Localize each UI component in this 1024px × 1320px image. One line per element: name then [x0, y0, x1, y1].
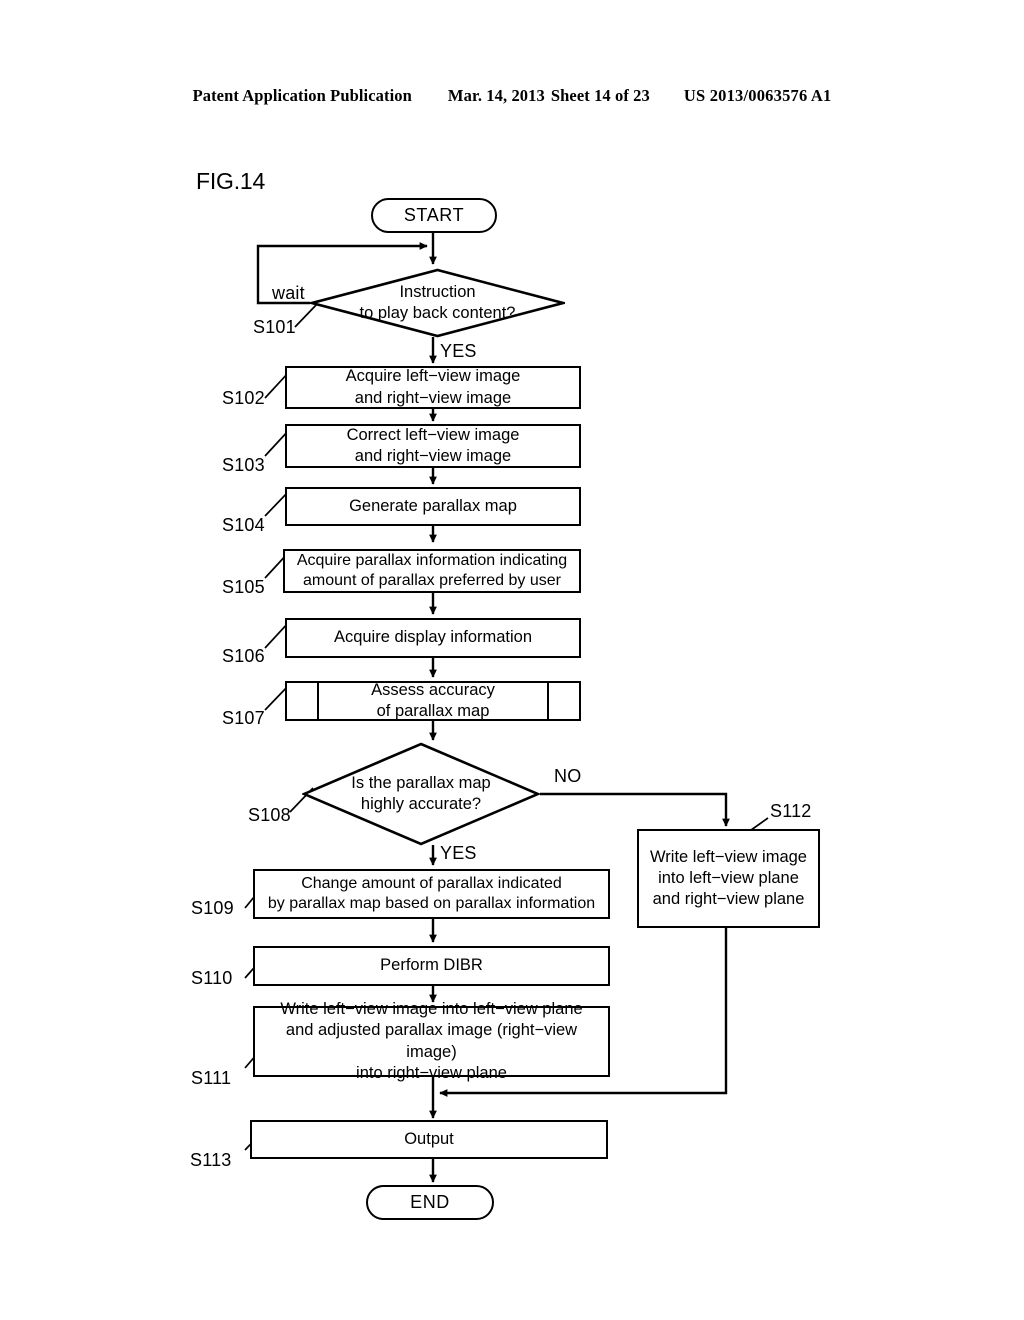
step-tag-s109: S109: [191, 898, 234, 918]
s106-line-1: Acquire display information: [333, 628, 533, 647]
s112-line-3: and right−view plane: [652, 890, 805, 909]
header-publication-title: Patent Application Publication: [192, 86, 412, 105]
predefined-process-bar-right: [547, 683, 549, 719]
s113-line-1: Output: [404, 1129, 454, 1148]
s101-line-2: to play back content?: [359, 304, 516, 322]
step-tag-s106: S106: [222, 646, 265, 666]
s103-line-2: and right−view image: [354, 447, 512, 465]
step-tag-s101: S101: [253, 317, 296, 337]
predefined-process-bar-left: [317, 683, 319, 719]
flow-node-start-label: START: [403, 204, 465, 225]
flow-node-s109[interactable]: Change amount of parallax indicated by p…: [253, 869, 610, 919]
step-tag-s102: S102: [222, 388, 265, 408]
step-tag-s113: S113: [190, 1150, 232, 1170]
branch-label-wait: wait: [272, 283, 305, 303]
step-tag-s108: S108: [248, 805, 291, 825]
s104-line-1: Generate parallax map: [349, 496, 517, 515]
step-tag-s103: S103: [222, 455, 265, 475]
s108-line-1: Is the parallax map: [351, 773, 491, 792]
flow-node-s103[interactable]: Correct left−view image and right−view i…: [285, 424, 581, 468]
flow-node-s110[interactable]: Perform DIBR: [253, 946, 610, 986]
flow-node-s101[interactable]: Instruction to play back content?: [310, 268, 565, 338]
s109-line-2: by parallax map based on parallax inform…: [267, 895, 596, 912]
step-tag-s112: S112: [770, 801, 812, 821]
patent-figure-page: Patent Application Publication Mar. 14, …: [0, 0, 1024, 1320]
header-publication-date: Mar. 14, 2013: [447, 86, 545, 105]
step-tag-s105: S105: [222, 577, 265, 597]
figure-label: FIG.14: [196, 168, 266, 194]
header-patent-number: US 2013/0063576 A1: [683, 86, 832, 105]
flow-node-s112[interactable]: Write left−view image into left−view pla…: [637, 829, 820, 928]
s112-line-2: into left−view plane: [658, 868, 799, 887]
s111-line-1: Write left−view image into left−view pla…: [280, 1000, 583, 1019]
flow-node-end[interactable]: END: [366, 1185, 494, 1220]
flow-node-s113[interactable]: Output: [250, 1120, 608, 1159]
s103-line-1: Correct left−view image: [346, 425, 520, 444]
flow-node-s101-label: Instruction to play back content?: [310, 268, 565, 338]
s111-line-3: into right−view plane: [356, 1063, 507, 1082]
flow-node-end-label: END: [410, 1191, 450, 1212]
flow-node-s106[interactable]: Acquire display information: [285, 618, 581, 658]
flow-node-start[interactable]: START: [371, 198, 497, 233]
s110-line-1: Perform DIBR: [380, 956, 483, 975]
step-tag-s104: S104: [222, 515, 265, 535]
flow-node-s107[interactable]: Assess accuracy of parallax map: [285, 681, 581, 721]
s109-line-1: Change amount of parallax indicated: [301, 874, 562, 892]
flow-node-s108-label: Is the parallax map highly accurate?: [302, 742, 540, 846]
publication-header: Patent Application Publication Mar. 14, …: [0, 86, 1024, 106]
s105-line-2: amount of parallax preferred by user: [303, 572, 561, 589]
s112-line-1: Write left−view image: [650, 847, 807, 866]
step-tag-s107: S107: [222, 708, 265, 728]
s102-line-2: and right−view image: [354, 388, 512, 407]
branch-label-yes-s108: YES: [440, 843, 477, 863]
s107-line-1: Assess accuracy: [371, 680, 495, 699]
s101-line-1: Instruction: [399, 282, 476, 301]
step-tag-s110: S110: [191, 968, 233, 988]
branch-label-yes-s101: YES: [440, 341, 477, 361]
branch-label-no-s108: NO: [554, 766, 582, 786]
flow-node-s105[interactable]: Acquire parallax information indicating …: [283, 549, 581, 593]
header-sheet-number: Sheet 14 of 23: [550, 86, 650, 105]
flow-node-s108[interactable]: Is the parallax map highly accurate?: [302, 742, 540, 846]
s105-line-1: Acquire parallax information indicating: [296, 551, 568, 569]
s107-line-2: of parallax map: [376, 702, 490, 720]
step-tag-s111: S111: [191, 1068, 232, 1088]
s108-line-2: highly accurate?: [360, 795, 482, 813]
s111-line-2: and adjusted parallax image (right−view …: [285, 1021, 578, 1061]
s102-line-1: Acquire left−view image: [345, 367, 521, 386]
flow-node-s104[interactable]: Generate parallax map: [285, 487, 581, 526]
flow-node-s111[interactable]: Write left−view image into left−view pla…: [253, 1000, 610, 1082]
flow-node-s102[interactable]: Acquire left−view image and right−view i…: [285, 366, 581, 409]
